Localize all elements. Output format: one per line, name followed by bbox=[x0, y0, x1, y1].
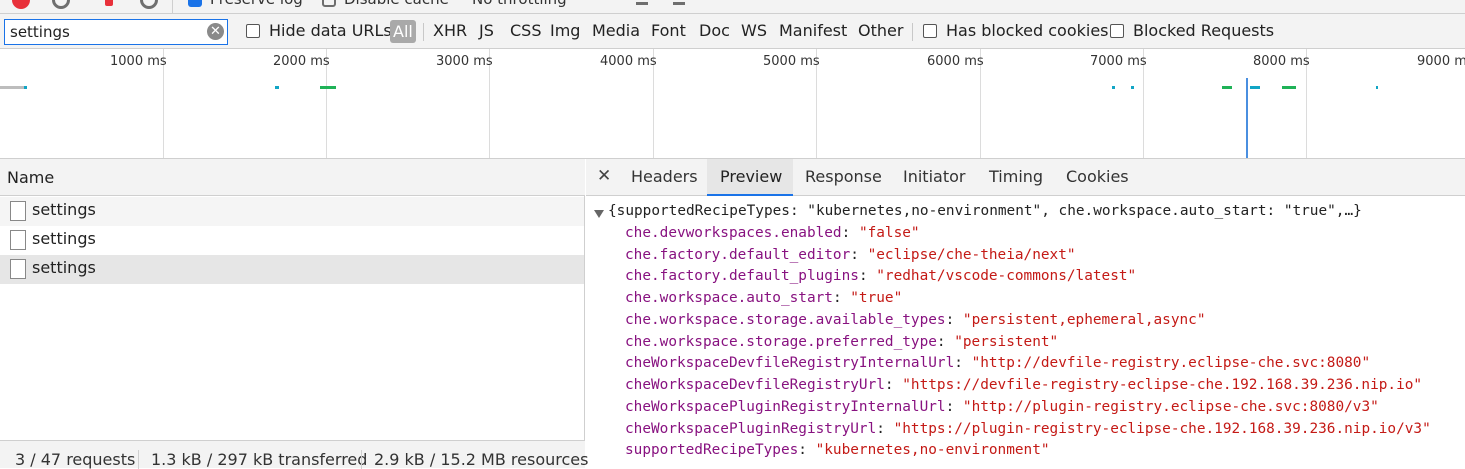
timeline-tick-label: 7000 ms bbox=[1090, 54, 1147, 69]
timeline-bar bbox=[320, 86, 336, 89]
tab-initiator[interactable]: Initiator bbox=[903, 167, 965, 186]
close-icon[interactable]: ✕ bbox=[597, 166, 611, 186]
blocked-requests-checkbox[interactable] bbox=[1110, 24, 1124, 38]
timeline-tick-label: 9000 ms bbox=[1417, 54, 1465, 69]
timeline-bar bbox=[1282, 86, 1296, 89]
network-toolbar: Preserve log Disable cache No throttling bbox=[0, 0, 1465, 14]
json-summary[interactable]: {supportedRecipeTypes: "kubernetes,no-en… bbox=[608, 203, 1362, 219]
json-property: supportedRecipeTypes: "kubernetes,no-env… bbox=[625, 442, 1050, 458]
name-column-label: Name bbox=[7, 168, 55, 187]
request-details-panel: ✕ Headers Preview Response Initiator Tim… bbox=[586, 159, 1465, 468]
disable-cache-label: Disable cache bbox=[344, 0, 449, 8]
json-property: che.workspace.storage.preferred_type: "p… bbox=[625, 334, 1059, 350]
filter-css-button[interactable]: CSS bbox=[510, 21, 541, 40]
hide-data-urls-checkbox[interactable] bbox=[246, 24, 260, 38]
filter-manifest-button[interactable]: Manifest bbox=[779, 21, 847, 40]
json-property: cheWorkspacePluginRegistryUrl: "https://… bbox=[625, 421, 1431, 437]
filter-xhr-button[interactable]: XHR bbox=[433, 21, 467, 40]
json-property: che.workspace.storage.available_types: "… bbox=[625, 312, 1206, 328]
transferred-size: 1.3 kB / 297 kB transferred bbox=[151, 450, 368, 469]
timeline-bar bbox=[0, 86, 24, 89]
filter-divider bbox=[423, 23, 424, 41]
tab-headers[interactable]: Headers bbox=[631, 167, 698, 186]
request-name: settings bbox=[32, 229, 96, 248]
filter-bar: ✕ Hide data URLs All XHR JS CSS Img Medi… bbox=[0, 14, 1465, 49]
has-blocked-cookies-label: Has blocked cookies bbox=[946, 21, 1109, 40]
filter-doc-button[interactable]: Doc bbox=[699, 21, 730, 40]
clear-icon[interactable] bbox=[52, 0, 70, 9]
timeline-bar bbox=[1112, 86, 1115, 89]
filter-input[interactable] bbox=[5, 20, 205, 44]
timeline-bar bbox=[1222, 86, 1232, 89]
toolbar-divider bbox=[172, 0, 173, 13]
json-property: cheWorkspaceDevfileRegistryUrl: "https:/… bbox=[625, 377, 1423, 393]
tab-preview[interactable]: Preview bbox=[720, 167, 782, 186]
filter-other-button[interactable]: Other bbox=[858, 21, 903, 40]
name-column-header[interactable]: Name bbox=[0, 159, 585, 196]
export-har-icon[interactable] bbox=[673, 2, 685, 5]
timeline-bar bbox=[275, 86, 279, 89]
request-list-panel: Name settings settings settings 3 / 47 r… bbox=[0, 159, 589, 469]
timeline-tick-label: 2000 ms bbox=[273, 54, 330, 69]
request-count: 3 / 47 requests bbox=[15, 450, 136, 469]
json-property: cheWorkspacePluginRegistryInternalUrl: "… bbox=[625, 399, 1379, 415]
filter-media-button[interactable]: Media bbox=[592, 21, 640, 40]
filter-img-button[interactable]: Img bbox=[550, 21, 580, 40]
resources-size: 2.9 kB / 15.2 MB resources bbox=[374, 450, 589, 469]
json-property: che.devworkspaces.enabled: "false" bbox=[625, 225, 920, 241]
preserve-log-checkbox[interactable] bbox=[188, 0, 202, 7]
timeline-bar bbox=[1376, 86, 1378, 89]
filter-search-box[interactable]: ✕ bbox=[4, 19, 228, 45]
document-icon bbox=[10, 230, 26, 250]
search-icon[interactable] bbox=[140, 0, 158, 9]
hide-data-urls-label: Hide data URLs bbox=[269, 21, 392, 40]
timeline-tick-label: 3000 ms bbox=[436, 54, 493, 69]
request-row[interactable]: settings bbox=[0, 197, 584, 226]
timeline-tick-label: 4000 ms bbox=[600, 54, 657, 69]
timeline-marker bbox=[1246, 78, 1248, 158]
timeline-overview[interactable]: 1000 ms 2000 ms 3000 ms 4000 ms 5000 ms … bbox=[0, 49, 1465, 159]
tab-cookies[interactable]: Cookies bbox=[1066, 167, 1129, 186]
json-property: che.factory.default_plugins: "redhat/vsc… bbox=[625, 268, 1137, 284]
json-property: cheWorkspaceDevfileRegistryInternalUrl: … bbox=[625, 355, 1371, 371]
tab-response[interactable]: Response bbox=[805, 167, 882, 186]
collapse-triangle-icon[interactable] bbox=[594, 210, 604, 218]
clear-filter-icon[interactable]: ✕ bbox=[207, 23, 224, 40]
timeline-tick-label: 8000 ms bbox=[1253, 54, 1310, 69]
timeline-tick-label: 6000 ms bbox=[927, 54, 984, 69]
timeline-tick-label: 5000 ms bbox=[763, 54, 820, 69]
document-icon bbox=[10, 201, 26, 221]
has-blocked-cookies-checkbox[interactable] bbox=[923, 24, 937, 38]
filter-font-button[interactable]: Font bbox=[651, 21, 686, 40]
status-bar: 3 / 47 requests 1.3 kB / 297 kB transfer… bbox=[0, 440, 589, 469]
preserve-log-label: Preserve log bbox=[210, 0, 303, 8]
timeline-bar bbox=[1250, 86, 1260, 89]
timeline-bar bbox=[1131, 86, 1134, 89]
filter-js-button[interactable]: JS bbox=[479, 21, 494, 40]
filter-icon[interactable] bbox=[105, 0, 113, 6]
filter-divider bbox=[912, 23, 913, 41]
status-divider bbox=[138, 450, 139, 469]
record-icon[interactable] bbox=[12, 0, 30, 9]
blocked-requests-label: Blocked Requests bbox=[1133, 21, 1275, 40]
json-property: che.workspace.auto_start: "true" bbox=[625, 290, 903, 306]
import-har-icon[interactable] bbox=[636, 2, 648, 5]
tab-timing[interactable]: Timing bbox=[989, 167, 1043, 186]
details-tabbar: ✕ Headers Preview Response Initiator Tim… bbox=[586, 159, 1465, 196]
timeline-tick-label: 1000 ms bbox=[110, 54, 167, 69]
request-row[interactable]: settings bbox=[0, 226, 584, 255]
status-divider bbox=[361, 450, 362, 469]
throttling-select[interactable]: No throttling bbox=[472, 0, 567, 8]
request-name: settings bbox=[32, 200, 96, 219]
timeline-bar bbox=[24, 86, 27, 89]
disable-cache-checkbox[interactable] bbox=[322, 0, 336, 7]
json-property: che.factory.default_editor: "eclipse/che… bbox=[625, 247, 1076, 263]
request-row-selected[interactable]: settings bbox=[0, 255, 584, 284]
filter-ws-button[interactable]: WS bbox=[741, 21, 767, 40]
request-name: settings bbox=[32, 258, 96, 277]
document-icon bbox=[10, 259, 26, 279]
filter-all-button[interactable]: All bbox=[390, 20, 416, 43]
json-preview: {supportedRecipeTypes: "kubernetes,no-en… bbox=[586, 196, 1465, 468]
